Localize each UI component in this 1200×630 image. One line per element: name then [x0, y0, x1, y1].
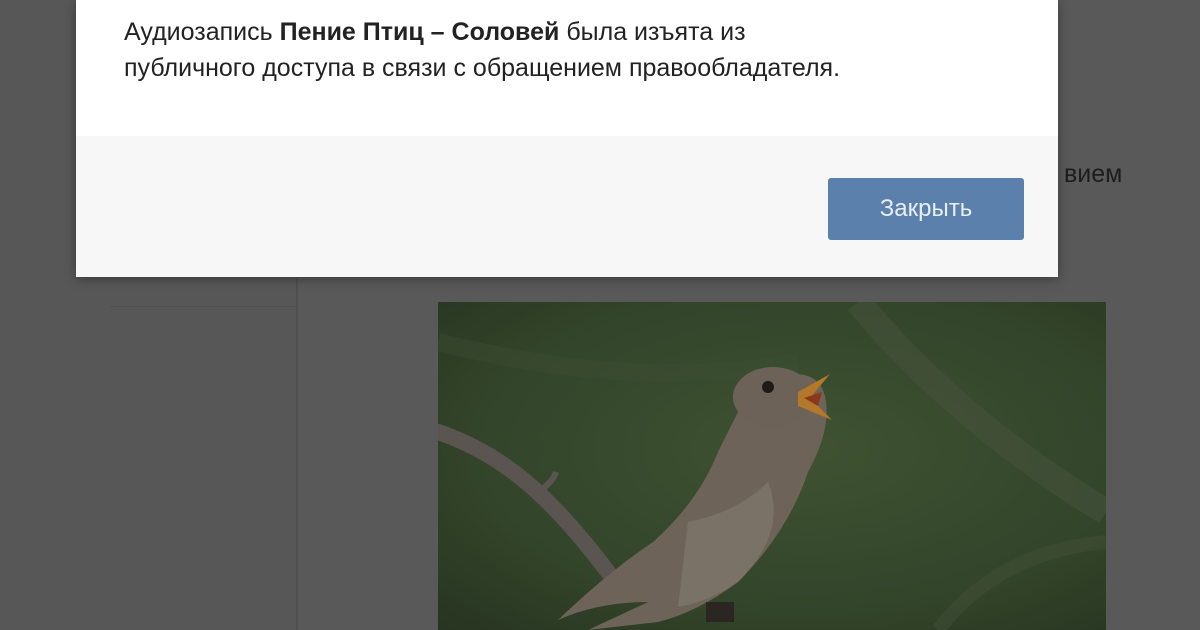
row-divider: [110, 306, 296, 307]
removal-message: Аудиозапись Пение Птиц – Соловей была из…: [124, 14, 1004, 86]
nightingale-photo: [438, 302, 1106, 630]
dialog-body: Аудиозапись Пение Птиц – Соловей была из…: [76, 0, 1058, 136]
track-title: Пение Птиц – Соловей: [279, 18, 560, 46]
message-line1-suffix: была изъята из: [559, 18, 746, 46]
column-divider: [296, 278, 298, 630]
background-post-text: вием: [1064, 160, 1123, 188]
removal-notice-dialog: Аудиозапись Пение Птиц – Соловей была из…: [76, 0, 1058, 277]
message-line2: публичного доступа в связи с обращением …: [124, 54, 841, 82]
close-button[interactable]: Закрыть: [828, 178, 1024, 240]
message-prefix: Аудиозапись: [124, 18, 280, 46]
dialog-footer: Закрыть: [76, 136, 1058, 277]
